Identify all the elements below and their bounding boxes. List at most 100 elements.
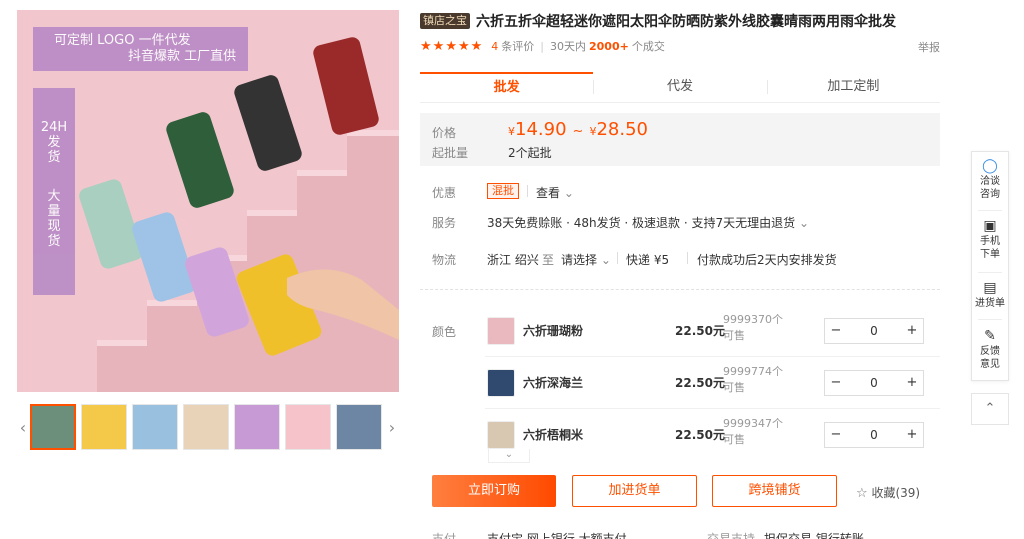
- promo-side-char: 现: [47, 219, 61, 234]
- main-product-image[interactable]: 可定制 LOGO 一件代发 抖音爆款 工厂直供 24H 发 货 大 量 现 货: [17, 10, 399, 392]
- decrement-button[interactable]: −: [825, 371, 847, 395]
- promo-side-char: 量: [47, 204, 61, 219]
- order-now-button[interactable]: 立即订购: [432, 475, 556, 507]
- quantity-input[interactable]: 0: [847, 319, 901, 343]
- quantity-input[interactable]: 0: [847, 371, 901, 395]
- sold-suffix: 个成交: [631, 40, 665, 53]
- cart-label: 进货单: [975, 298, 1005, 309]
- list-icon: ▤: [983, 280, 997, 296]
- increment-button[interactable]: +: [901, 371, 923, 395]
- thumbnail[interactable]: [81, 404, 127, 450]
- service-dropdown[interactable]: 38天免费赊账 · 48h发货 · 极速退款 · 支持7天无理由退货 ⌄: [487, 214, 809, 231]
- tab-dropship[interactable]: 代发: [593, 72, 766, 102]
- star-icon: ★: [420, 38, 432, 54]
- divider: [527, 185, 528, 197]
- chevron-down-icon: ⌄: [504, 449, 514, 460]
- trade-support-methods: 担保交易 银行转账: [764, 532, 864, 539]
- thumbnail[interactable]: [183, 404, 229, 450]
- payment-label: 支付: [432, 532, 457, 539]
- sku-row: 六折珊瑚粉 22.50元 9999370个可售 − 0 +: [485, 313, 940, 356]
- destination-placeholder: 请选择: [561, 253, 598, 267]
- destination-select[interactable]: 请选择 ⌄: [561, 251, 611, 268]
- chevron-left-icon[interactable]: ‹: [17, 418, 29, 438]
- promo-banner-top: 可定制 LOGO 一件代发 抖音爆款 工厂直供: [33, 27, 248, 71]
- favorite-button[interactable]: ☆ 收藏(39): [856, 484, 920, 501]
- cart-list-button[interactable]: ▤ 进货单: [972, 280, 1008, 310]
- divider: [978, 272, 1002, 273]
- tab-custom[interactable]: 加工定制: [766, 72, 940, 102]
- feedback-label: 反馈意见: [980, 346, 1000, 370]
- increment-button[interactable]: +: [901, 423, 923, 447]
- trade-support-label: 交易支持: [707, 532, 756, 539]
- sku-thumbnail[interactable]: [487, 369, 515, 397]
- tab-wholesale[interactable]: 批发: [420, 72, 594, 102]
- sku-name: 六折珊瑚粉: [523, 324, 584, 338]
- thumbnail[interactable]: [336, 404, 382, 450]
- feedback-button[interactable]: ✎ 反馈意见: [972, 328, 1008, 371]
- add-to-cart-button[interactable]: 加进货单: [572, 475, 697, 507]
- increment-button[interactable]: +: [901, 319, 923, 343]
- decrement-button[interactable]: −: [825, 423, 847, 447]
- thumbnail[interactable]: [234, 404, 280, 450]
- purchase-mode-tabs: 批发 代发 加工定制: [420, 72, 940, 103]
- rating-row: ★ ★ ★ ★ ★ 4 条评价 | 30天内 2000+ 个成交: [420, 38, 665, 54]
- shop-treasure-badge: 镇店之宝: [420, 13, 470, 29]
- star-icon: ★: [457, 38, 470, 54]
- moq-label: 起批量: [432, 146, 469, 160]
- price-panel: 价格 ¥14.90 ~ ¥28.50 起批量 2个起批: [420, 113, 940, 166]
- promo-view-label: 查看: [536, 186, 561, 200]
- sku-row: 六折深海兰 22.50元 9999774个可售 − 0 +: [485, 365, 940, 408]
- review-label[interactable]: 条评价: [501, 38, 534, 54]
- chevron-right-icon[interactable]: ›: [386, 418, 398, 438]
- promo-side-char: 大: [47, 189, 61, 204]
- chevron-down-icon: ⌄: [600, 253, 611, 267]
- promo-view-link[interactable]: 查看 ⌄: [536, 184, 574, 201]
- thumbnail[interactable]: [30, 404, 76, 450]
- service-label: 服务: [432, 216, 457, 230]
- sku-stock: 9999774个可售: [723, 365, 783, 394]
- currency-symbol: ¥: [508, 125, 515, 138]
- decrement-button[interactable]: −: [825, 319, 847, 343]
- thumbnail[interactable]: [132, 404, 178, 450]
- sold-count: 2000+: [589, 39, 629, 53]
- promo-line-1: 可定制 LOGO 一件代发: [54, 33, 191, 48]
- thumbnail-strip: ‹ ›: [17, 404, 399, 454]
- promo-line-2: 抖音爆款 工厂直供: [128, 49, 237, 64]
- ship-origin: 浙江 绍兴: [487, 253, 539, 267]
- mobile-order-button[interactable]: ▣ 手机下单: [972, 218, 1008, 261]
- row-divider: [485, 356, 940, 357]
- section-divider: [420, 289, 940, 290]
- star-icon: ★: [470, 38, 483, 54]
- quantity-input[interactable]: 0: [847, 423, 901, 447]
- quantity-stepper: − 0 +: [824, 318, 924, 344]
- review-count[interactable]: 4: [491, 40, 498, 53]
- expand-sku-button[interactable]: ⌄: [488, 449, 530, 463]
- promo-side-char: 货: [47, 150, 61, 165]
- thumbnail[interactable]: [285, 404, 331, 450]
- sold-prefix: 30天内: [550, 40, 586, 53]
- product-page: 可定制 LOGO 一件代发 抖音爆款 工厂直供 24H 发 货 大 量 现 货 …: [0, 0, 1024, 539]
- price-label: 价格: [432, 126, 457, 140]
- chevron-up-icon: ⌃: [984, 401, 996, 416]
- row-divider: [485, 408, 940, 409]
- sku-thumbnail[interactable]: [487, 421, 515, 449]
- back-to-top-button[interactable]: ⌃: [971, 393, 1009, 425]
- chat-icon: ◯: [982, 158, 998, 174]
- chat-consult-button[interactable]: ◯ 洽谈咨询: [972, 158, 1008, 201]
- crossborder-button[interactable]: 跨境铺货: [712, 475, 837, 507]
- divider: |: [540, 39, 544, 53]
- report-link[interactable]: 举报: [918, 39, 940, 55]
- divider: [617, 252, 618, 264]
- divider: [687, 252, 688, 264]
- logistics-label: 物流: [432, 253, 457, 267]
- price-min: 14.90: [515, 119, 567, 140]
- sku-thumbnail[interactable]: [487, 317, 515, 345]
- shipping-fee: 快递 ¥5: [626, 253, 670, 267]
- divider: [978, 210, 1002, 211]
- payment-methods: 支付宝 网上银行 大额支付: [487, 532, 627, 539]
- edit-icon: ✎: [984, 328, 996, 344]
- dispatch-time: 付款成功后2天内安排发货: [697, 253, 837, 267]
- quantity-stepper: − 0 +: [824, 370, 924, 396]
- sku-name: 六折深海兰: [523, 376, 584, 390]
